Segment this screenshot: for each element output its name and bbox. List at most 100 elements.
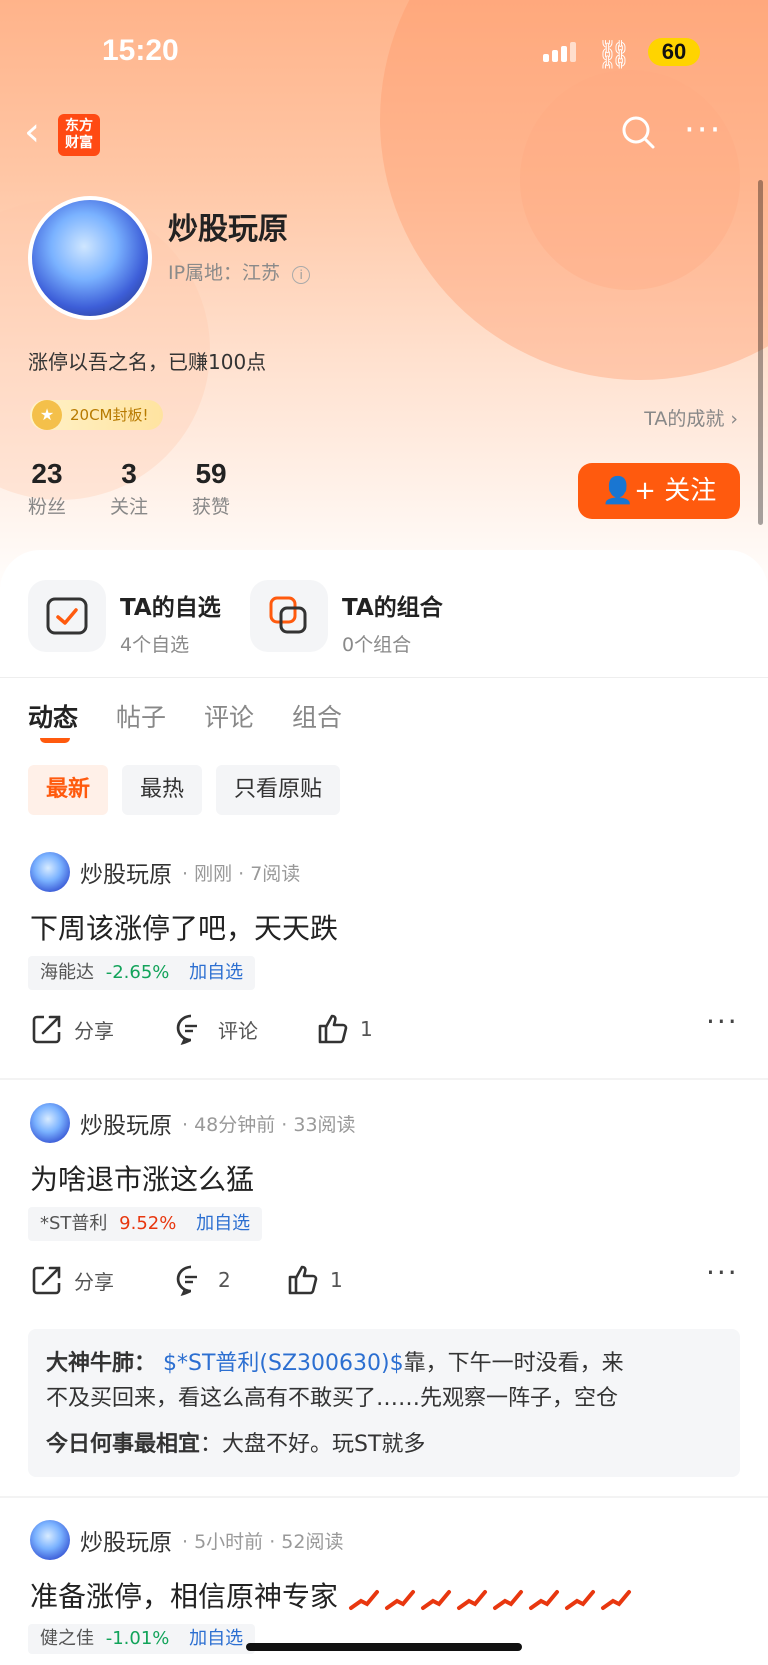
comment-button[interactable]: 2	[174, 1263, 231, 1297]
profile-stats: 23 粉丝 3 关注 59 获赞	[28, 458, 230, 519]
avatar[interactable]	[28, 196, 152, 320]
divider	[0, 1078, 768, 1080]
feed-post[interactable]: 炒股玩原 · 48分钟前 · 33阅读 为啥退市涨这么猛 *ST普利 9.52%…	[0, 1103, 768, 1543]
avatar[interactable]	[30, 1103, 70, 1143]
stock-tag[interactable]: *ST普利 9.52% 加自选	[28, 1207, 263, 1241]
like-count: 1	[330, 1268, 343, 1292]
chevron-right-icon: ›	[730, 408, 738, 430]
stock-change: 9.52%	[119, 1213, 177, 1234]
post-author-row: 炒股玩原 · 48分钟前 · 33阅读	[30, 1103, 356, 1143]
like-count: 1	[360, 1017, 373, 1041]
feed-post[interactable]: 炒股玩原 · 刚刚 · 7阅读 下周该涨停了吧，天天跌 海能达 -2.65% 加…	[0, 852, 768, 1092]
comment-item: 大神牛肺： $*ST普利(SZ300630)$靠，下午一时没看，来	[46, 1345, 624, 1377]
stock-mention-link[interactable]: $*ST普利(SZ300630)$	[163, 1351, 404, 1376]
stock-change: -1.01%	[105, 1628, 170, 1649]
portfolio-shortcut[interactable]: TA的组合 0个组合	[250, 580, 443, 657]
more-options-icon[interactable]: ···	[706, 1008, 739, 1036]
back-icon[interactable]: ‹	[24, 112, 54, 152]
content-card: TA的自选 4个自选 TA的组合 0个组合 动态 帖子 评论 组合 最新 最热 …	[0, 550, 768, 1665]
portfolio-icon	[250, 580, 328, 652]
tab-portfolios[interactable]: 组合	[292, 698, 342, 734]
comment-button[interactable]: 评论	[174, 1012, 258, 1046]
add-watchlist-link[interactable]: 加自选	[189, 962, 243, 983]
stat-following[interactable]: 3 关注	[110, 458, 148, 519]
avatar[interactable]	[30, 852, 70, 892]
battery-indicator: 60	[648, 38, 700, 66]
tab-comments[interactable]: 评论	[204, 698, 254, 734]
filter-chips: 最新 最热 只看原贴	[28, 765, 341, 815]
stat-value: 59	[195, 458, 227, 489]
scrollbar[interactable]	[758, 180, 763, 525]
watchlist-shortcut[interactable]: TA的自选 4个自选	[28, 580, 221, 657]
stock-name: *ST普利	[40, 1213, 108, 1234]
post-author[interactable]: 炒股玩原	[80, 1106, 172, 1140]
share-label: 分享	[74, 1269, 114, 1294]
info-icon[interactable]: i	[292, 266, 311, 284]
comment-icon	[176, 1265, 197, 1296]
ip-location: IP属地：江苏 i	[168, 258, 311, 285]
follow-button[interactable]: 👤+ 关注	[578, 463, 740, 519]
stock-change: -2.65%	[105, 962, 170, 983]
filter-hot[interactable]: 最热	[122, 765, 203, 815]
filter-original-only[interactable]: 只看原贴	[216, 765, 341, 815]
content-tabs: 动态 帖子 评论 组合	[28, 698, 342, 743]
ip-location-text: IP属地：江苏	[168, 262, 281, 284]
filter-latest[interactable]: 最新	[28, 765, 109, 815]
tab-posts[interactable]: 帖子	[116, 698, 166, 734]
post-title[interactable]: 下周该涨停了吧，天天跌	[30, 907, 338, 947]
shortcut-subtitle: 0个组合	[342, 634, 412, 656]
search-icon[interactable]	[620, 114, 656, 150]
comment-count: 2	[218, 1268, 231, 1292]
stat-label: 粉丝	[28, 496, 67, 518]
avatar[interactable]	[30, 1520, 70, 1560]
like-button[interactable]: 1	[316, 1012, 373, 1046]
post-title[interactable]: 为啥退市涨这么猛	[30, 1158, 254, 1198]
post-title[interactable]: 准备涨停，相信原神专家	[30, 1575, 632, 1615]
profile-name: 炒股玩原	[168, 212, 288, 247]
badge-label: 20CM封板!	[70, 406, 149, 424]
app-logo: 东方 财富	[58, 114, 100, 156]
post-author[interactable]: 炒股玩原	[80, 855, 172, 889]
like-button[interactable]: 1	[286, 1263, 343, 1297]
comment-author[interactable]: 今日何事最相宜	[46, 1432, 200, 1457]
thumbs-up-icon	[318, 1014, 348, 1044]
hotspot-link-icon: ⛓	[596, 38, 632, 71]
share-button[interactable]: 分享	[30, 1012, 114, 1046]
comment-icon	[176, 1014, 197, 1045]
watchlist-icon	[28, 580, 106, 652]
stat-label: 关注	[110, 496, 149, 518]
more-options-icon[interactable]: ···	[684, 113, 722, 147]
comment-preview[interactable]: 大神牛肺： $*ST普利(SZ300630)$靠，下午一时没看，来 不及买回来，…	[28, 1329, 740, 1477]
stock-tag[interactable]: 海能达 -2.65% 加自选	[28, 956, 256, 990]
follow-label: 关注	[664, 476, 717, 506]
status-time: 15:20	[102, 34, 179, 67]
thumbs-up-icon	[288, 1265, 318, 1295]
comment-text: 靠，下午一时没看，来	[403, 1351, 624, 1376]
share-icon	[32, 1266, 61, 1295]
tab-activity[interactable]: 动态	[28, 698, 78, 743]
achievement-badge[interactable]: ★ 20CM封板!	[30, 400, 163, 430]
comment-text: ：大盘不好。玩ST就多	[200, 1432, 426, 1457]
more-options-icon[interactable]: ···	[706, 1259, 739, 1287]
stat-fans[interactable]: 23 粉丝	[28, 458, 66, 519]
divider	[0, 677, 768, 678]
post-meta: · 刚刚 · 7阅读	[182, 862, 301, 885]
share-icon	[32, 1015, 61, 1044]
divider	[0, 1496, 768, 1498]
stat-value: 23	[31, 458, 63, 489]
add-watchlist-link[interactable]: 加自选	[196, 1213, 250, 1234]
stat-likes: 59 获赞	[192, 458, 230, 519]
comment-author[interactable]: 大神牛肺：	[46, 1351, 156, 1376]
stat-label: 获赞	[192, 496, 231, 518]
comment-item-continued: 不及买回来，看这么高有不敢买了……先观察一阵子，空仓	[46, 1386, 619, 1411]
share-button[interactable]: 分享	[30, 1263, 114, 1297]
comment-item: 今日何事最相宜：大盘不好。玩ST就多	[46, 1426, 425, 1458]
post-author[interactable]: 炒股玩原	[80, 1523, 172, 1557]
stock-tag[interactable]: 健之佳 -1.01% 加自选	[28, 1624, 256, 1654]
add-watchlist-link[interactable]: 加自选	[189, 1628, 243, 1649]
home-indicator[interactable]	[246, 1643, 522, 1651]
achievements-link[interactable]: TA的成就 ›	[644, 404, 738, 431]
post-actions: 分享 2 1 ···	[30, 1259, 740, 1303]
cellular-signal-icon	[543, 42, 576, 62]
post-meta: · 5小时前 · 52阅读	[182, 1530, 344, 1553]
